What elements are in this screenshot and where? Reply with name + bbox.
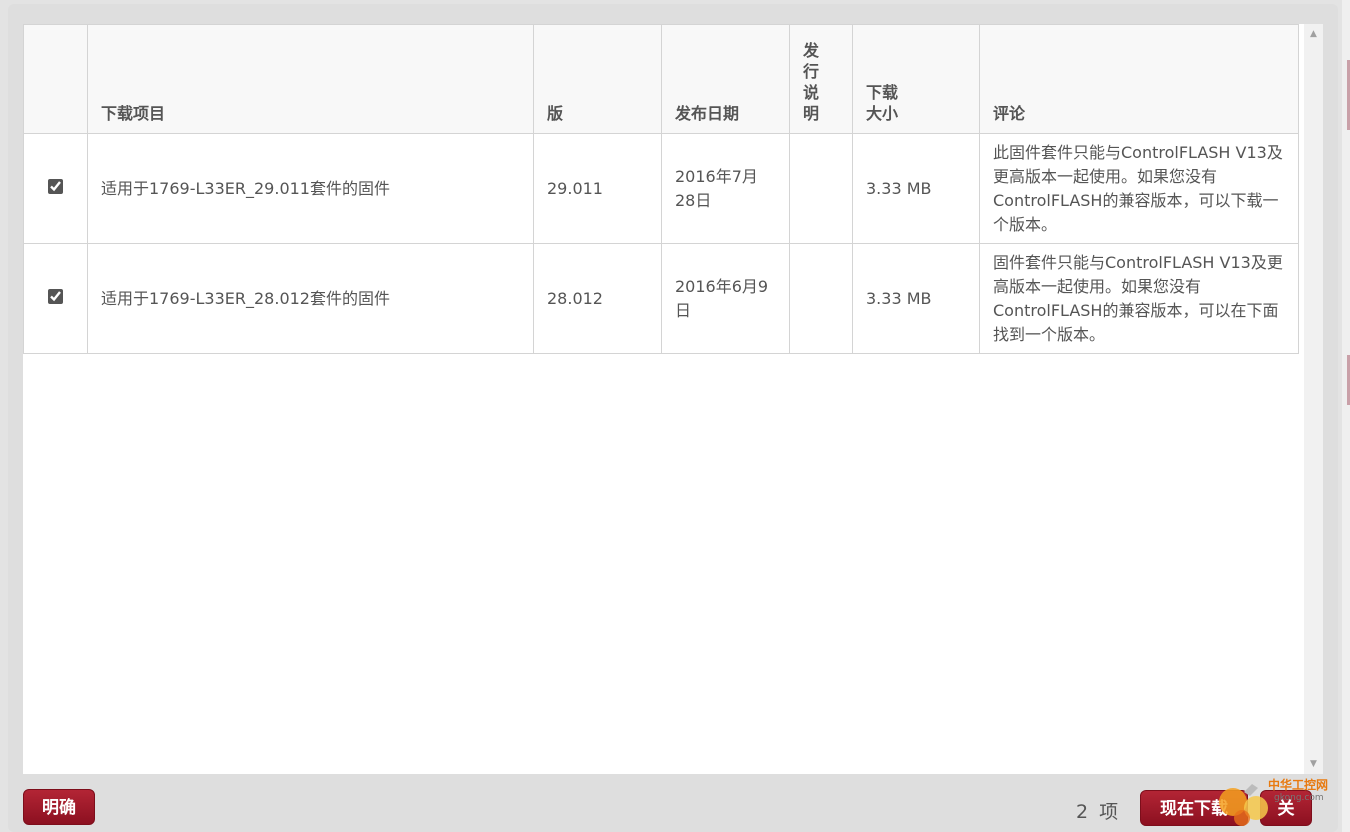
size-cell: 3.33 MB (852, 243, 980, 354)
item-count-value: 2 (1076, 801, 1089, 823)
notes-cell (789, 243, 853, 354)
header-date[interactable]: 发布日期 (661, 24, 790, 134)
scroll-down-arrow-icon[interactable]: ▼ (1304, 756, 1323, 772)
date-cell: 2016年6月9日 (661, 243, 790, 354)
table-row: 适用于1769-L33ER_28.012套件的固件 28.012 2016年6月… (23, 243, 1299, 354)
comment-cell: 固件套件只能与ControlFLASH V13及更高版本一起使用。如果您没有Co… (979, 243, 1299, 354)
row-checkbox[interactable] (48, 288, 63, 304)
date-cell: 2016年7月28日 (661, 133, 790, 244)
vertical-scrollbar[interactable]: ▲ ▼ (1304, 24, 1323, 774)
notes-cell (789, 133, 853, 244)
scroll-up-arrow-icon[interactable]: ▲ (1304, 26, 1323, 42)
item-cell: 适用于1769-L33ER_28.012套件的固件 (87, 243, 534, 354)
item-count-unit: 项 (1099, 801, 1119, 823)
item-cell: 适用于1769-L33ER_29.011套件的固件 (87, 133, 534, 244)
select-cell (23, 243, 88, 354)
header-notes: 发行说明 (789, 24, 853, 134)
header-select (23, 24, 88, 134)
table-row: 适用于1769-L33ER_29.011套件的固件 29.011 2016年7月… (23, 133, 1299, 244)
header-size: 下载大小 (852, 24, 980, 134)
row-checkbox[interactable] (48, 178, 63, 194)
comment-cell: 此固件套件只能与ControlFLASH V13及更高版本一起使用。如果您没有C… (979, 133, 1299, 244)
select-cell (23, 133, 88, 244)
header-comment: 评论 (979, 24, 1299, 134)
size-cell: 3.33 MB (852, 133, 980, 244)
window-edge (1342, 0, 1350, 832)
clear-button[interactable]: 明确 (23, 789, 95, 825)
download-list-panel: 下载项目 版 发布日期 发行说明 下载大小 评论 适用于1769-L33ER_2… (23, 24, 1304, 774)
version-cell: 29.011 (533, 133, 662, 244)
header-item[interactable]: 下载项目 (87, 24, 534, 134)
watermark-text: 中华工控网 (1268, 778, 1329, 792)
download-table: 下载项目 版 发布日期 发行说明 下载大小 评论 适用于1769-L33ER_2… (23, 24, 1299, 354)
watermark-url: gkong.com (1274, 793, 1324, 803)
header-version[interactable]: 版 (533, 24, 662, 134)
header-notes-label: 发行说明 (803, 41, 820, 123)
header-size-label: 下载大小 (866, 83, 899, 123)
version-cell: 28.012 (533, 243, 662, 354)
table-header-row: 下载项目 版 发布日期 发行说明 下载大小 评论 (23, 24, 1299, 134)
item-count: 2项 (1076, 797, 1118, 824)
